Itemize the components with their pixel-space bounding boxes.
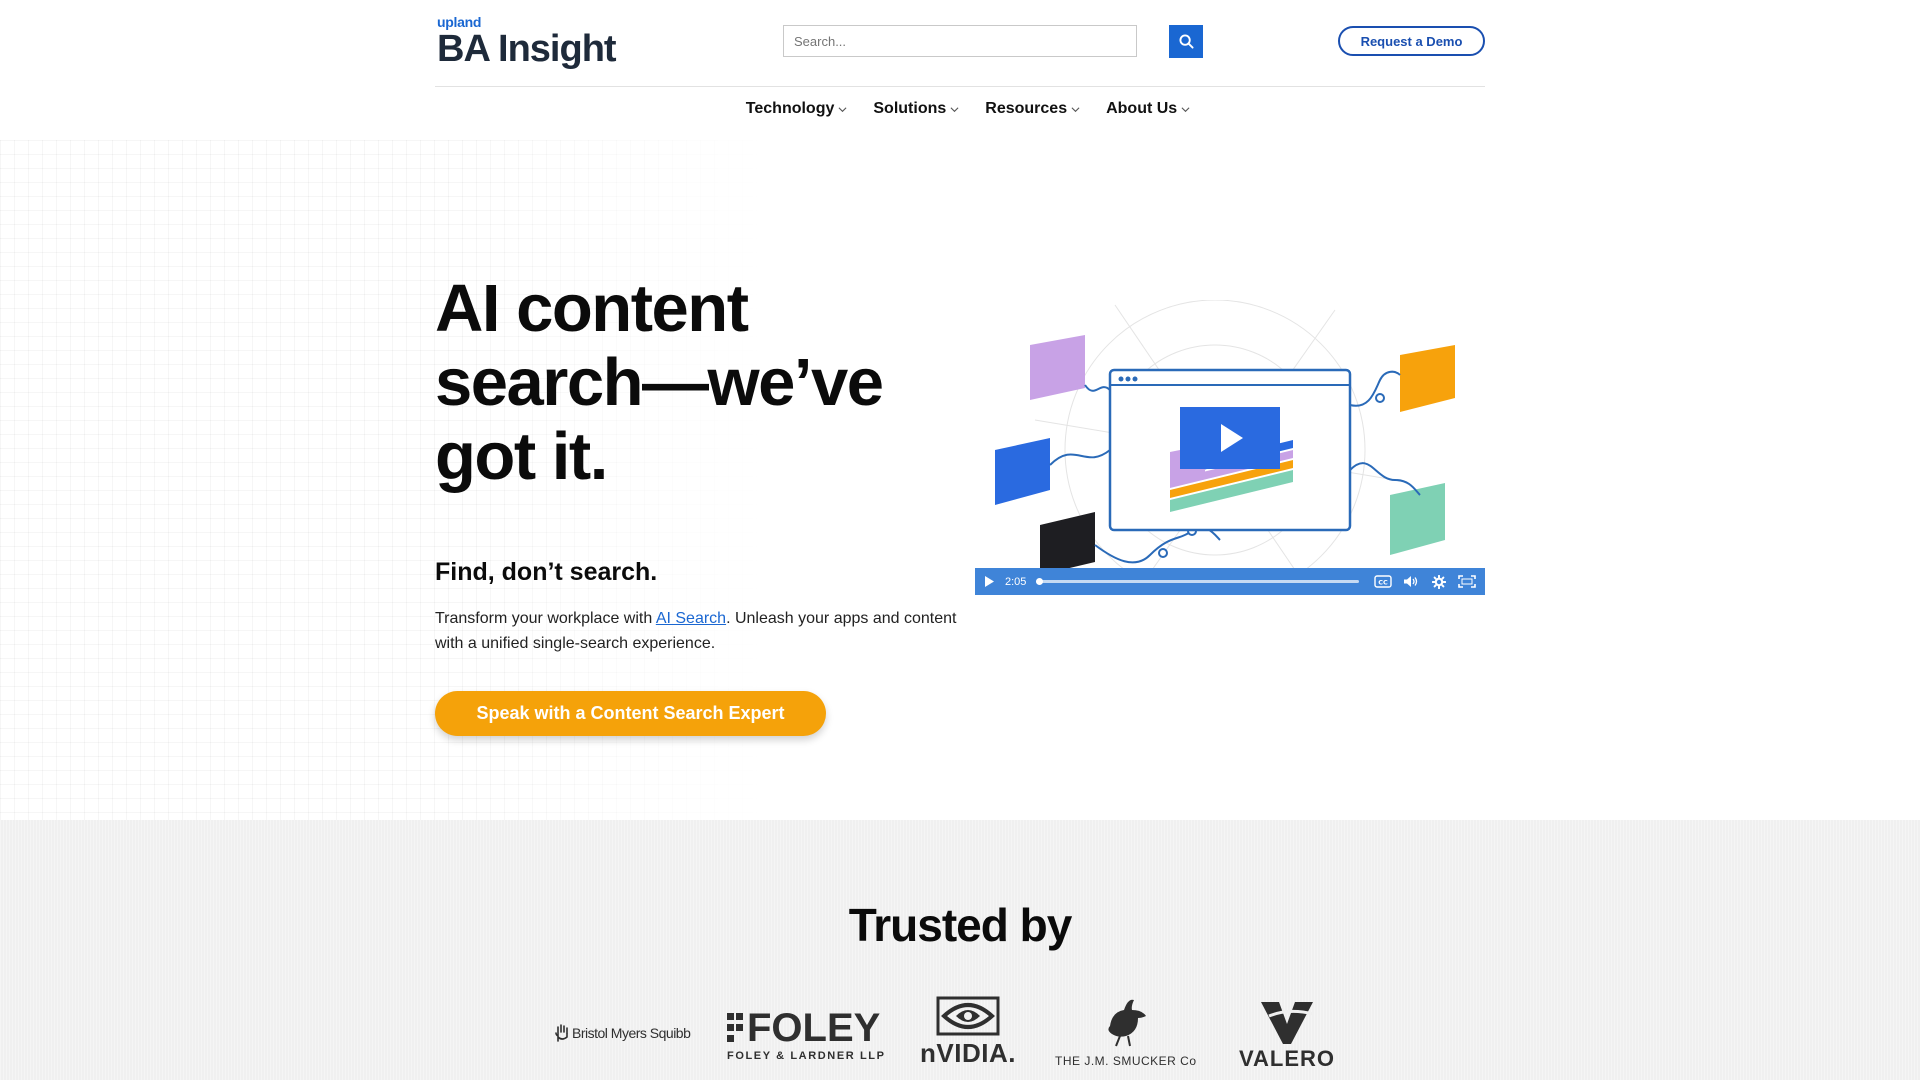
video-progress-bar[interactable] bbox=[1036, 578, 1359, 585]
foley-mark-icon bbox=[727, 1013, 743, 1042]
hero-body-text: Transform your workplace with bbox=[435, 610, 656, 627]
valero-logo-text: VALERO bbox=[1239, 1046, 1336, 1071]
video-controls: 2:05 CC bbox=[975, 568, 1485, 595]
nav-item-label: About Us bbox=[1106, 100, 1178, 117]
video-player[interactable] bbox=[975, 300, 1485, 595]
bms-hand-icon bbox=[555, 1024, 568, 1042]
closed-captions-icon: CC bbox=[1374, 575, 1392, 588]
chevron-down-icon bbox=[1181, 106, 1190, 112]
bristol-myers-squibb-logo: Bristol Myers Squibb bbox=[555, 1024, 691, 1042]
hero-subtitle: Find, don’t search. bbox=[435, 558, 658, 586]
main-nav: Technology Solutions Resources About Us bbox=[0, 100, 1920, 118]
fullscreen-icon bbox=[1458, 575, 1476, 588]
valero-logo: VALERO bbox=[1239, 998, 1335, 1072]
green-tile bbox=[1390, 483, 1445, 555]
request-demo-button[interactable]: Request a Demo bbox=[1338, 26, 1485, 56]
foley-logo-text: FOLEY bbox=[747, 1006, 881, 1050]
video-duration: 2:05 bbox=[1005, 575, 1027, 588]
search-icon bbox=[1178, 34, 1194, 49]
black-tile bbox=[1040, 512, 1095, 575]
nav-item-label: Resources bbox=[985, 100, 1068, 117]
svg-text:CC: CC bbox=[1378, 579, 1388, 587]
closed-captions-button[interactable]: CC bbox=[1369, 568, 1397, 595]
nav-item-technology[interactable]: Technology bbox=[746, 100, 848, 118]
purple-tile bbox=[1030, 335, 1085, 400]
blue-tile bbox=[995, 438, 1050, 505]
smucker-bird-icon bbox=[1108, 999, 1146, 1047]
volume-button[interactable] bbox=[1397, 568, 1425, 595]
nvidia-logo: nVIDIA. bbox=[920, 996, 1016, 1069]
nav-item-about-us[interactable]: About Us bbox=[1106, 100, 1190, 118]
customer-logos: Bristol Myers Squibb FOLEY FOLEY & LARDN… bbox=[555, 990, 1365, 1080]
trusted-by-title: Trusted by bbox=[848, 899, 1073, 951]
valero-v-icon bbox=[1261, 1002, 1314, 1044]
nav-item-solutions[interactable]: Solutions bbox=[873, 100, 959, 118]
nvidia-logo-text: nVIDIA. bbox=[920, 1038, 1016, 1068]
jm-smucker-logo: THE J.M. SMUCKER Co bbox=[1055, 996, 1197, 1068]
nvidia-eye-icon bbox=[936, 996, 1000, 1036]
search-input[interactable] bbox=[784, 26, 1144, 56]
fullscreen-button[interactable] bbox=[1453, 568, 1481, 595]
brand-name: BA Insight bbox=[437, 28, 617, 70]
volume-icon bbox=[1404, 576, 1418, 587]
brand-logo[interactable]: upland BA Insight bbox=[437, 14, 617, 71]
smucker-logo-text: THE J.M. SMUCKER Co bbox=[1055, 1054, 1197, 1068]
play-icon bbox=[985, 576, 994, 587]
chevron-down-icon bbox=[1071, 106, 1080, 112]
settings-icon bbox=[1432, 574, 1446, 589]
orange-tile bbox=[1400, 345, 1455, 412]
chevron-down-icon bbox=[838, 106, 847, 112]
speak-with-expert-button[interactable]: Speak with a Content Search Expert bbox=[435, 691, 826, 736]
play-button[interactable] bbox=[975, 568, 1003, 595]
foley-logo-subtext: FOLEY & LARDNER LLP bbox=[727, 1050, 886, 1062]
nav-item-label: Technology bbox=[745, 100, 835, 117]
bms-logo-text: Bristol Myers Squibb bbox=[572, 1025, 691, 1041]
search-box bbox=[783, 25, 1144, 57]
nav-item-resources[interactable]: Resources bbox=[985, 100, 1080, 118]
video-thumbnail bbox=[995, 300, 1455, 595]
hero-title: AI content search—we’ve got it. bbox=[435, 271, 884, 494]
hero-body: Transform your workplace with AI Search.… bbox=[435, 606, 975, 656]
foley-lardner-logo: FOLEY FOLEY & LARDNER LLP bbox=[727, 1008, 886, 1062]
chevron-down-icon bbox=[950, 106, 959, 112]
video-progress-thumb[interactable] bbox=[1036, 578, 1044, 585]
ai-search-link[interactable]: AI Search bbox=[656, 610, 726, 627]
search-button[interactable] bbox=[1169, 25, 1203, 58]
settings-button[interactable] bbox=[1425, 568, 1453, 595]
nav-item-label: Solutions bbox=[873, 100, 947, 117]
